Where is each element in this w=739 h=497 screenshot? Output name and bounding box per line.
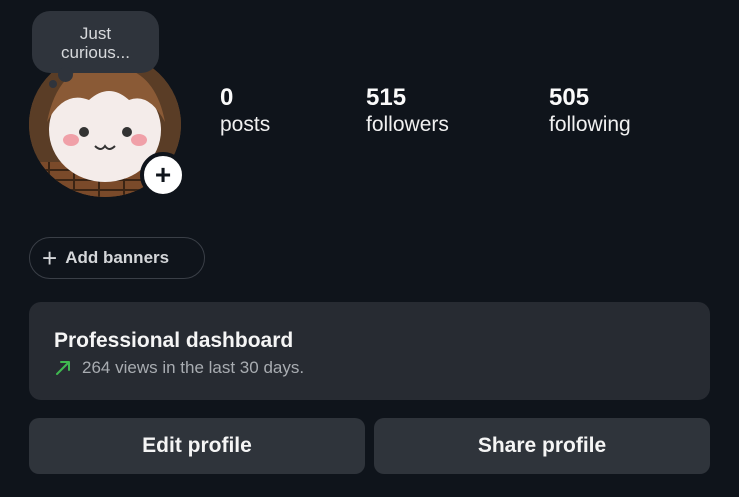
share-profile-button[interactable]: Share profile	[374, 418, 710, 474]
share-profile-label: Share profile	[477, 434, 607, 457]
professional-dashboard-card[interactable]: Professional dashboard 264 views in the …	[29, 302, 710, 400]
add-banners-button[interactable]: + Add banners	[29, 237, 205, 279]
trend-up-arrow-icon	[56, 361, 70, 375]
note-bubble[interactable]: Just curious...	[32, 11, 159, 73]
dashboard-title: Professional dashboard	[54, 329, 294, 352]
dashboard-subtitle-row: 264 views in the last 30 days.	[54, 358, 710, 378]
add-banners-label: Add banners	[65, 248, 170, 267]
stat-following[interactable]: 505 following	[549, 84, 631, 138]
edit-profile-label: Edit profile	[142, 434, 252, 457]
following-count: 505	[549, 84, 590, 111]
add-story-plus-icon[interactable]: +	[140, 152, 186, 198]
edit-profile-button[interactable]: Edit profile	[29, 418, 365, 474]
following-label: following	[549, 113, 631, 136]
note-text: Just curious...	[61, 24, 130, 62]
posts-count: 0	[220, 84, 234, 111]
profile-avatar-container[interactable]: +	[29, 52, 186, 198]
followers-count: 515	[366, 84, 407, 111]
plus-icon: +	[42, 243, 58, 273]
stat-posts[interactable]: 0 posts	[220, 84, 270, 138]
dashboard-subtitle: 264 views in the last 30 days.	[82, 358, 305, 377]
note-bubble-tail	[58, 67, 73, 82]
stat-followers[interactable]: 515 followers	[366, 84, 449, 138]
posts-label: posts	[220, 113, 271, 136]
followers-label: followers	[366, 113, 449, 136]
note-bubble-tail-small	[49, 80, 57, 88]
